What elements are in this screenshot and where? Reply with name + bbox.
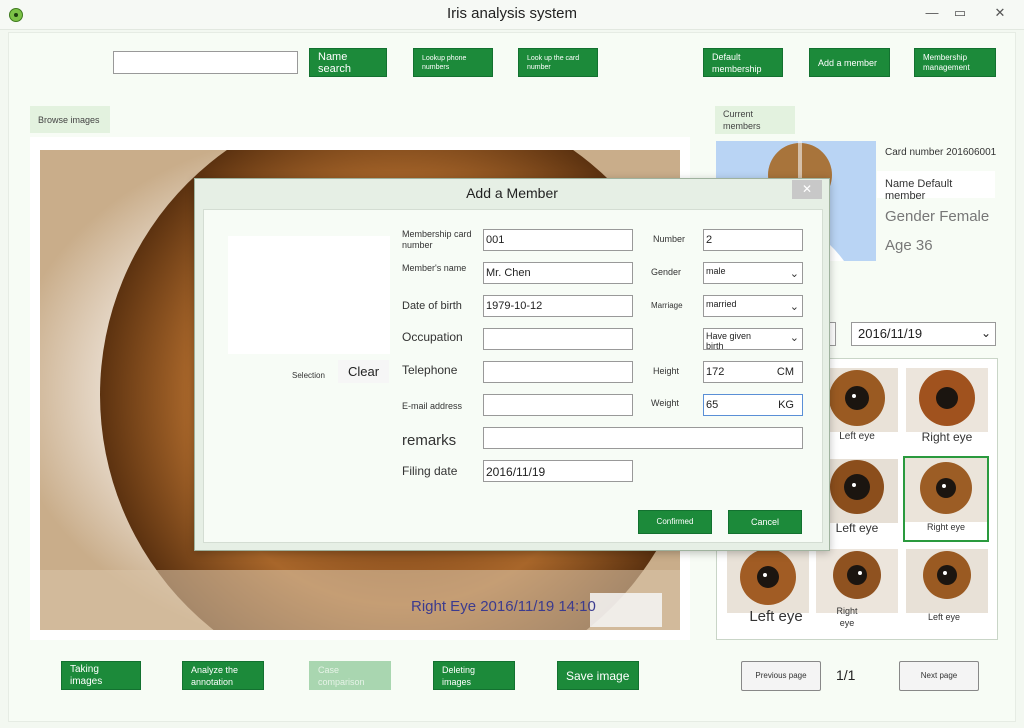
label-height: Height [653, 366, 680, 376]
image-caption: Right Eye 2016/11/19 14:10 [411, 598, 596, 615]
label-gender: Gender [651, 267, 682, 277]
browse-images-button[interactable]: Browse images [30, 106, 110, 133]
dialog-close-button[interactable]: ✕ [792, 180, 822, 199]
height-input[interactable]: 172 CM [703, 361, 803, 383]
marriage-select[interactable]: married ⌄ [703, 295, 803, 317]
add-member-dialog: Add a Member ✕ Selection Clear Membershi… [194, 178, 830, 551]
birth-select[interactable]: Have given birth ⌄ [703, 328, 803, 351]
clear-button[interactable]: Clear [338, 360, 390, 383]
next-page-button[interactable]: Next page [899, 661, 979, 691]
lookup-phone-button[interactable]: Lookup phone numbers [413, 48, 493, 77]
label-marriage: Marriage [651, 301, 683, 310]
lookup-card-button[interactable]: Look up the card number [518, 48, 598, 77]
current-members-label: Current members [715, 106, 795, 134]
chevron-down-icon: ⌄ [789, 268, 799, 280]
label-email: E-mail address [402, 401, 463, 411]
case-comparison-button[interactable]: Case comparison [309, 661, 391, 690]
dialog-title: Add a Member [466, 185, 558, 201]
maximize-icon[interactable]: ▭ [948, 3, 972, 23]
number-input[interactable]: 2 [703, 229, 803, 251]
name-search-button[interactable]: Name search [309, 48, 387, 77]
previous-page-button[interactable]: Previous page [741, 661, 821, 691]
chevron-down-icon: ⌄ [789, 332, 799, 344]
dialog-body: Selection Clear Membership card number M… [203, 209, 823, 543]
thumbnail-label: Left eye [749, 608, 803, 625]
label-card-number: Membership card number [402, 229, 472, 250]
window-title: Iris analysis system [446, 5, 578, 22]
weight-input[interactable]: 65 KG [703, 394, 803, 416]
caption-overlay [590, 593, 662, 627]
remarks-input[interactable] [483, 427, 803, 449]
weight-value: 65 [706, 399, 719, 411]
thumbnail[interactable] [727, 549, 809, 613]
deleting-images-button[interactable]: Deleting images [433, 661, 515, 690]
weight-unit: KG [778, 399, 794, 411]
label-dob: Date of birth [402, 300, 462, 312]
default-membership-button[interactable]: Default membership [703, 48, 783, 77]
label-number: Number [653, 234, 686, 244]
thumbnail-label: Left eye [927, 612, 961, 622]
email-input[interactable] [483, 394, 633, 416]
label-occupation: Occupation [402, 330, 463, 344]
dob-input[interactable]: 1979-10-12 [483, 295, 633, 317]
thumbnail-label: Right eye [836, 606, 858, 628]
label-member-name: Member's name [402, 263, 467, 273]
member-card-number: Card number 201606001 [885, 147, 997, 158]
gender-value: male [706, 266, 726, 276]
save-image-button[interactable]: Save image [557, 661, 639, 690]
cancel-button[interactable]: Cancel [728, 510, 802, 534]
chevron-down-icon: ⌄ [980, 326, 991, 340]
member-age: Age 36 [885, 237, 933, 254]
page-indicator: 1/1 [836, 667, 856, 683]
search-input[interactable] [113, 51, 298, 74]
height-unit: CM [776, 366, 794, 378]
date-filter-value: 2016/11/19 [858, 326, 923, 341]
gender-select[interactable]: male ⌄ [703, 262, 803, 284]
thumbnail[interactable] [906, 549, 988, 613]
card-number-input[interactable]: 001 [483, 229, 633, 251]
member-photo[interactable] [228, 236, 390, 354]
thumbnail[interactable] [906, 368, 988, 432]
member-name-input[interactable]: Mr. Chen [483, 262, 633, 284]
label-telephone: Telephone [402, 363, 458, 377]
title-bar: Iris analysis system — ▭ ✕ [0, 0, 1024, 30]
date-filter-select[interactable]: 2016/11/19 ⌄ [851, 322, 996, 346]
thumbnail-label: Right eye [921, 430, 973, 444]
selection-label[interactable]: Selection [292, 370, 325, 381]
member-gender: Gender Female [885, 208, 990, 225]
height-value: 172 [706, 366, 725, 378]
filing-date-input[interactable]: 2016/11/19 [483, 460, 633, 482]
telephone-input[interactable] [483, 361, 633, 383]
minimize-icon[interactable]: — [920, 3, 944, 23]
chevron-down-icon: ⌄ [789, 301, 799, 313]
member-name: Name Default member [877, 171, 995, 202]
label-filing-date: Filing date [402, 464, 458, 478]
thumbnail-label: Right eye [926, 522, 966, 532]
birth-value: Have given birth [706, 331, 752, 351]
analyze-annotation-button[interactable]: Analyze the annotation [182, 661, 264, 690]
confirm-button[interactable]: Confirmed [638, 510, 712, 534]
close-icon[interactable]: ✕ [988, 3, 1012, 23]
taking-images-button[interactable]: Taking images [61, 661, 141, 690]
label-remarks: remarks [402, 432, 457, 449]
membership-management-button[interactable]: Membership management [914, 48, 996, 77]
label-weight: Weight [651, 398, 679, 408]
marriage-value: married [706, 299, 737, 309]
occupation-input[interactable] [483, 328, 633, 350]
add-member-button[interactable]: Add a member [809, 48, 890, 77]
thumbnail[interactable] [816, 549, 898, 613]
